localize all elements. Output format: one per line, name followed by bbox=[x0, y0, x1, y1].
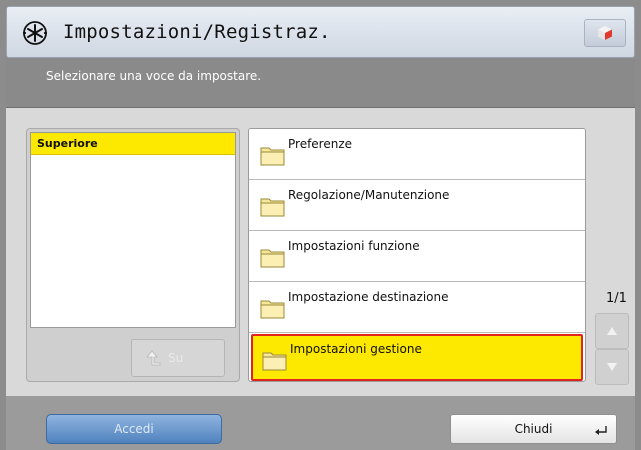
folder-icon bbox=[260, 249, 285, 268]
triangle-down-icon bbox=[607, 363, 617, 371]
list-item-label: Impostazioni funzione bbox=[288, 239, 420, 253]
cube-icon bbox=[598, 26, 612, 40]
login-button-label: Accedi bbox=[114, 422, 154, 436]
scroll-up-button[interactable] bbox=[595, 313, 629, 349]
folder-icon bbox=[260, 147, 285, 166]
folder-icon bbox=[262, 352, 287, 371]
instruction-bar: Selezionare una voce da impostare. bbox=[6, 58, 635, 108]
settings-star-icon bbox=[23, 21, 47, 45]
login-button[interactable]: Accedi bbox=[46, 414, 222, 444]
folder-icon bbox=[260, 300, 285, 319]
close-button-label: Chiudi bbox=[514, 422, 553, 436]
return-icon bbox=[595, 426, 607, 435]
up-return-arrow-icon bbox=[146, 350, 161, 366]
page-indicator: 1/1 bbox=[606, 291, 627, 306]
list-item-label: Impostazioni gestione bbox=[290, 342, 422, 356]
tree-item-superiore[interactable]: Superiore bbox=[31, 133, 235, 155]
up-button-label: Su bbox=[168, 351, 184, 365]
list-item-selected[interactable]: Impostazioni gestione bbox=[251, 334, 583, 381]
folder-icon bbox=[260, 198, 285, 217]
instruction-text: Selezionare una voce da impostare. bbox=[46, 69, 262, 83]
list-item-label: Preferenze bbox=[288, 137, 353, 151]
tree-item-label: Superiore bbox=[37, 137, 98, 150]
list-item[interactable]: Impostazioni funzione bbox=[249, 231, 585, 282]
footer-bar: Accedi Chiudi bbox=[6, 396, 635, 450]
list-item-label: Regolazione/Manutenzione bbox=[288, 188, 450, 202]
list-item[interactable]: Impostazione destinazione bbox=[249, 282, 585, 333]
content-panel: Superiore Su Preferenze Regolazione/Manu… bbox=[6, 108, 635, 396]
triangle-up-icon bbox=[607, 327, 617, 335]
up-button[interactable]: Su bbox=[131, 339, 225, 377]
tree-panel: Superiore Su bbox=[26, 128, 240, 382]
cube-button[interactable] bbox=[584, 19, 626, 47]
settings-list: Preferenze Regolazione/Manutenzione Impo… bbox=[248, 128, 586, 382]
list-item-label: Impostazione destinazione bbox=[288, 290, 449, 304]
tree-list: Superiore bbox=[30, 132, 236, 328]
title-bar: Impostazioni/Registraz. bbox=[6, 6, 635, 58]
list-item[interactable]: Regolazione/Manutenzione bbox=[249, 180, 585, 231]
settings-screen: Impostazioni/Registraz. Selezionare una … bbox=[0, 0, 641, 450]
page-title: Impostazioni/Registraz. bbox=[63, 21, 331, 43]
scroll-down-button[interactable] bbox=[595, 349, 629, 385]
close-button[interactable]: Chiudi bbox=[450, 414, 617, 444]
list-item[interactable]: Preferenze bbox=[249, 129, 585, 180]
